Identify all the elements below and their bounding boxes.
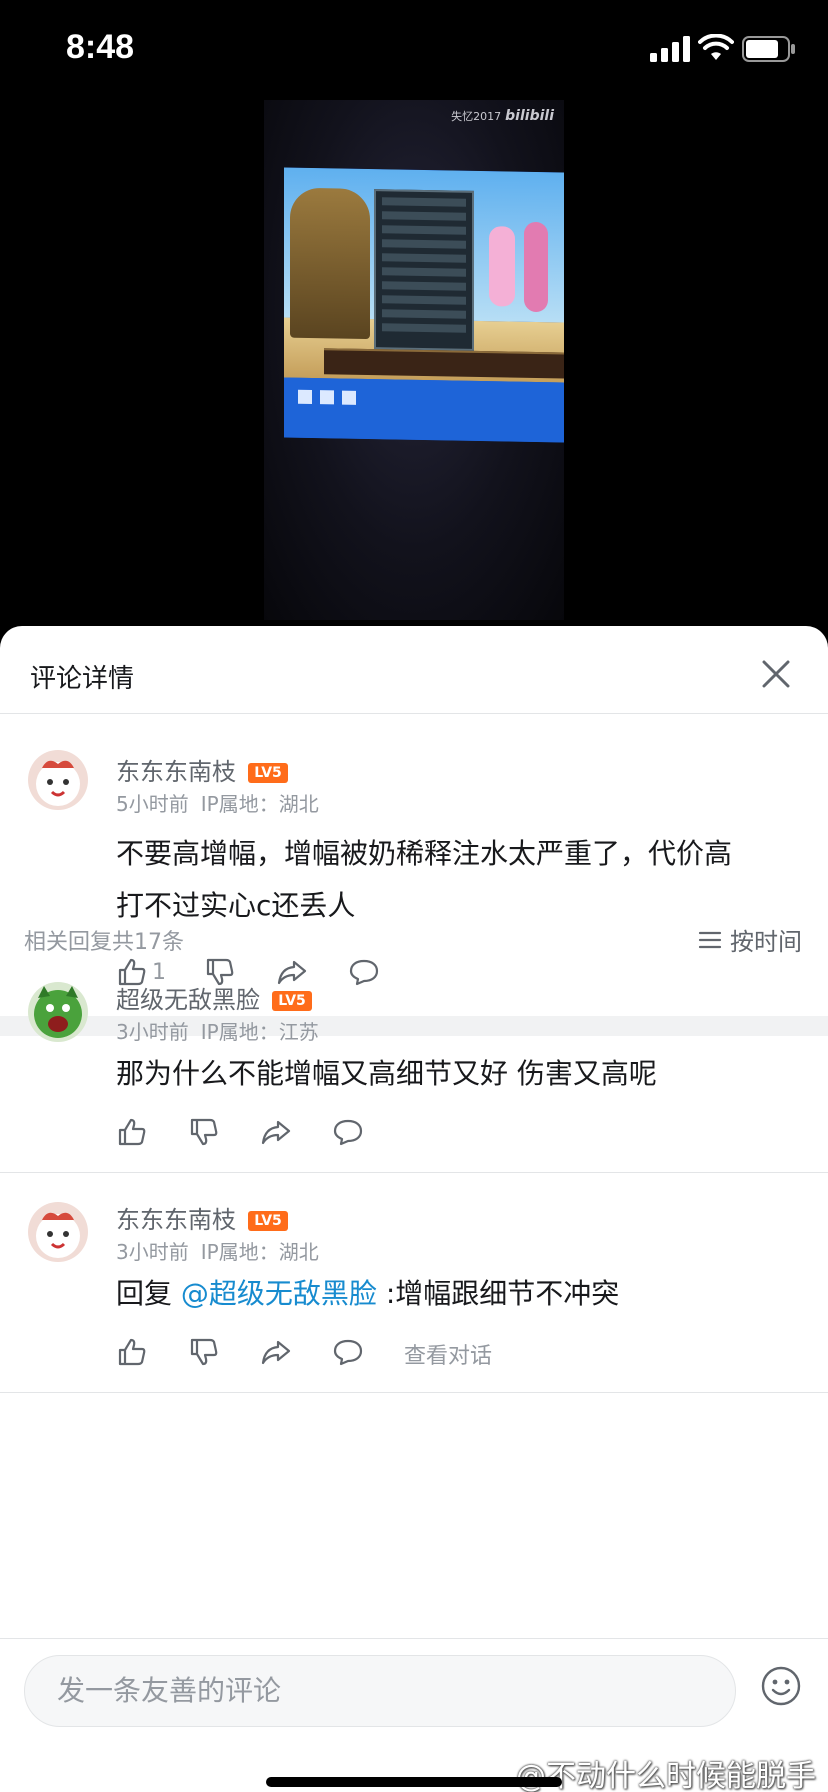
divider <box>0 1392 828 1393</box>
divider <box>0 1172 828 1173</box>
share-icon <box>261 1120 291 1145</box>
thumbs-up-icon <box>118 1118 146 1146</box>
game-screenshot <box>284 167 564 443</box>
comment-bubble-icon <box>333 1339 363 1366</box>
comment-detail-sheet: 评论详情 东东东南枝 LV5 5小时前 IP属地：湖北 不要高增幅，增幅被奶稀释注水… <box>0 626 828 1792</box>
cellular-signal-icon <box>650 36 690 62</box>
avatar[interactable] <box>28 1202 88 1262</box>
comment-bubble-icon <box>333 1119 363 1146</box>
mention-link[interactable]: @超级无敌黑脸 <box>181 1277 377 1310</box>
wifi-icon <box>698 34 734 60</box>
emoji-icon[interactable] <box>760 1665 802 1707</box>
reply-actions <box>116 1114 828 1154</box>
status-time: 8:48 <box>66 28 135 66</box>
sheet-title: 评论详情 <box>30 664 135 694</box>
like-button[interactable] <box>116 1114 148 1150</box>
thumbs-down-icon <box>190 1338 218 1366</box>
status-bar: 8:48 <box>0 0 828 100</box>
video-player[interactable]: 失忆2017 bilibili <box>0 100 828 626</box>
reply-meta: 3小时前 IP属地：江苏 <box>116 1020 319 1044</box>
comment-input[interactable]: 发一条友善的评论 <box>24 1655 736 1727</box>
comment-text: 不要高增幅，增幅被奶稀释注水太严重了，代价高 打不过实心c还丢人 <box>116 837 733 922</box>
dislike-button[interactable] <box>188 1114 220 1150</box>
reply-button[interactable] <box>332 1114 364 1150</box>
sort-by-time-button[interactable]: 按时间 <box>698 922 802 957</box>
close-icon[interactable] <box>756 654 796 694</box>
level-badge: LV5 <box>248 1211 288 1231</box>
comment-username[interactable]: 东东东南枝 LV5 <box>116 752 288 787</box>
share-icon <box>261 1340 291 1365</box>
battery-icon <box>742 36 795 62</box>
video-frame: 失忆2017 bilibili <box>264 100 564 620</box>
replies-count: 相关回复共17条 <box>24 930 184 955</box>
thumbs-down-icon <box>190 1118 218 1146</box>
like-button[interactable] <box>116 1334 148 1370</box>
comment-input-bar: 发一条友善的评论 @不动什么时候能脱手 <box>0 1638 828 1792</box>
comment-meta: 5小时前 IP属地：湖北 <box>116 792 319 816</box>
dislike-button[interactable] <box>188 1334 220 1370</box>
reply-meta: 3小时前 IP属地：湖北 <box>116 1240 319 1264</box>
level-badge: LV5 <box>248 763 288 783</box>
share-button[interactable] <box>260 1114 292 1150</box>
reply-actions: 查看对话 <box>116 1334 828 1374</box>
home-indicator[interactable] <box>266 1777 562 1787</box>
game-inventory-panel <box>374 189 474 351</box>
video-watermark: 失忆2017 bilibili <box>451 108 554 124</box>
comment-bubble-icon <box>349 959 379 986</box>
reply-username[interactable]: 超级无敌黑脸 LV5 <box>116 980 312 1015</box>
sheet-header: 评论详情 <box>0 626 828 714</box>
reply-text: 回复 @超级无敌黑脸 :增幅跟细节不冲突 <box>116 1277 620 1310</box>
reply-text: 那为什么不能增幅又高细节又好 伤害又高呢 <box>116 1057 657 1090</box>
reply-button[interactable] <box>332 1334 364 1370</box>
share-button[interactable] <box>260 1334 292 1370</box>
level-badge: LV5 <box>272 991 312 1011</box>
thumbs-up-icon <box>118 1338 146 1366</box>
credit-watermark: @不动什么时候能脱手 <box>516 1759 816 1792</box>
sort-list-icon <box>698 931 722 948</box>
reply-username[interactable]: 东东东南枝 LV5 <box>116 1200 288 1235</box>
avatar[interactable] <box>28 982 88 1042</box>
reply-button[interactable] <box>348 954 380 990</box>
avatar[interactable] <box>28 750 88 810</box>
view-conversation-link[interactable]: 查看对话 <box>404 1338 492 1370</box>
